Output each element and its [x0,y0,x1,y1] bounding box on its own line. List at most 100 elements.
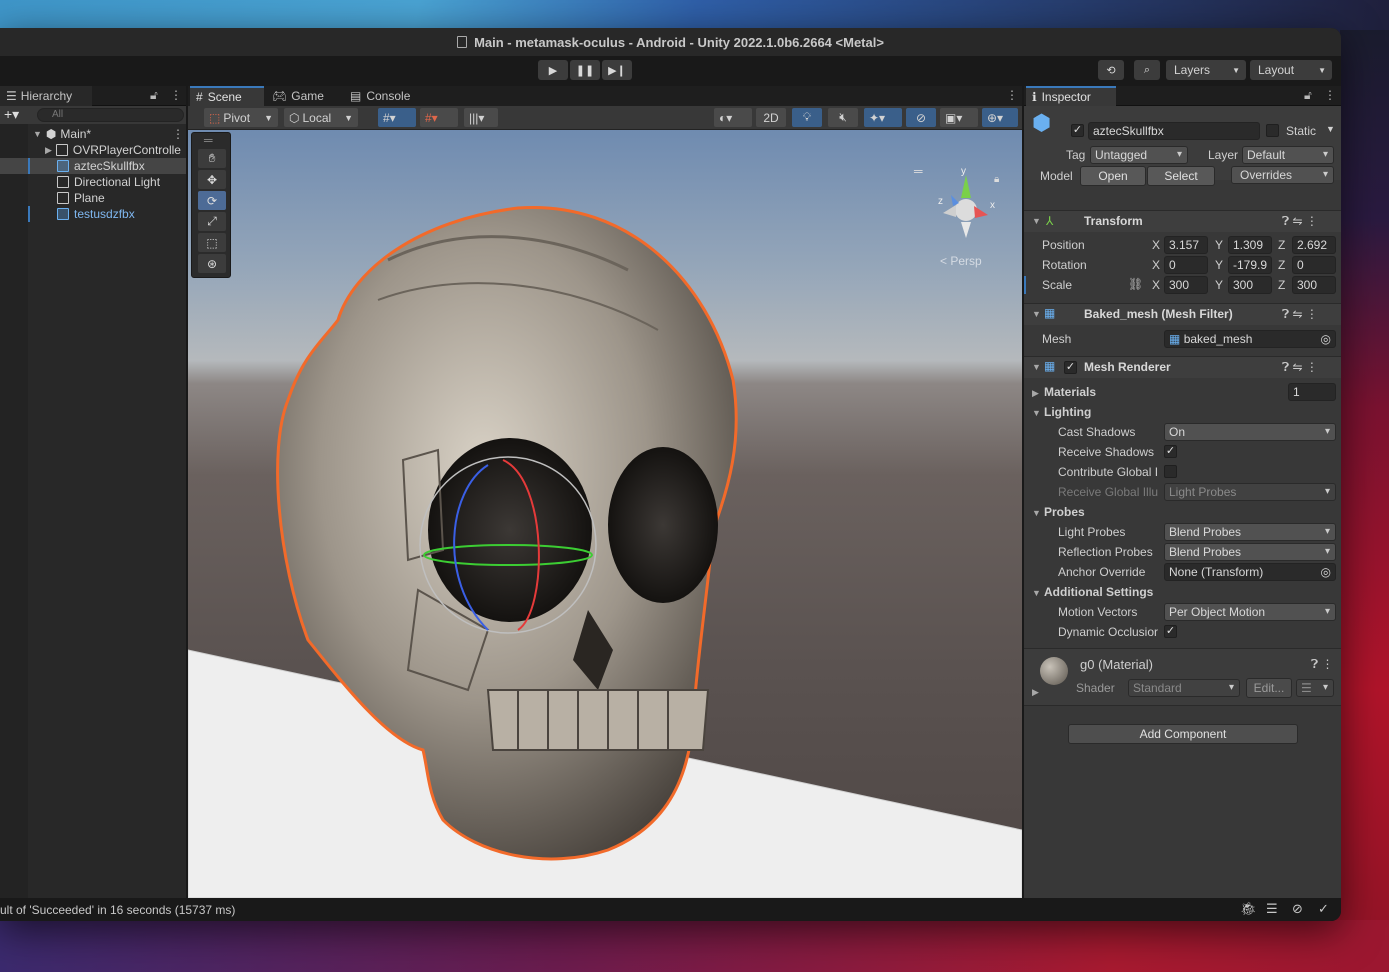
draw-mode-button[interactable]: ◐▾ [714,108,752,127]
light-probes-dropdown[interactable]: Blend Probes [1164,523,1336,541]
overrides-dropdown[interactable]: Overrides [1231,166,1334,184]
component-header-icons[interactable]: ❓︎ ⇋ ⋮ [1282,307,1318,322]
scale-z-field[interactable]: 300 [1292,276,1336,294]
object-picker-icon[interactable]: ◎ [1321,564,1331,580]
rect-tool[interactable]: ⬚ [198,233,226,252]
grid-snap-button[interactable]: #▾ [378,108,416,127]
transform-tool[interactable]: ⊛ [198,254,226,273]
hand-tool[interactable]: ✋︎ [198,149,226,168]
materials-label[interactable]: Materials [1044,385,1096,399]
lighting-label[interactable]: Lighting [1044,405,1091,419]
list-item[interactable]: aztecSkullfbx [0,158,186,174]
fold-right-icon[interactable]: ▶ [45,145,52,156]
component-header-icons[interactable]: ❓︎ ⋮ [1311,657,1334,672]
2d-toggle[interactable]: 2D [756,108,786,127]
more-menu-icon[interactable]: ⋮ [1006,88,1018,102]
tab-inspector[interactable]: ℹ Inspector [1026,86,1116,106]
check-circle-icon[interactable]: ✓ [1318,901,1329,917]
shader-options-dropdown[interactable]: ☰ [1296,679,1334,697]
position-z-field[interactable]: 2.692 [1292,236,1336,254]
position-y-field[interactable]: 1.309 [1228,236,1272,254]
fold-down-icon[interactable]: ▼ [1032,408,1041,418]
dynamic-occlusion-checkbox[interactable]: ✓ [1164,625,1177,638]
lock-icon[interactable]: 🔓︎ [1304,88,1312,103]
edit-shader-button[interactable]: Edit... [1246,678,1292,698]
camera-button[interactable]: ▣▾ [940,108,978,127]
rotation-x-field[interactable]: 0 [1164,256,1208,274]
layers-dropdown[interactable]: Layers ▼ [1166,60,1246,80]
scene-viewport[interactable]: y x z 🔒︎ ═ < Persp ═ ✋︎ ✥ ⟳ ⤢ ⬚ ⊛ [188,130,1022,898]
list-item[interactable]: Plane [0,190,186,206]
transform-header[interactable]: ▼ ⅄ Transform ❓︎ ⇋ ⋮ [1024,210,1341,232]
component-header-icons[interactable]: ❓︎ ⇋ ⋮ [1282,360,1318,375]
motion-vectors-dropdown[interactable]: Per Object Motion [1164,603,1336,621]
scale-y-field[interactable]: 300 [1228,276,1272,294]
mesh-filter-header[interactable]: ▼ ▦ Baked_mesh (Mesh Filter) ❓︎ ⇋ ⋮ [1024,303,1341,325]
rotate-tool[interactable]: ⟳ [198,191,226,210]
tag-dropdown[interactable]: Untagged [1090,146,1188,164]
mesh-renderer-header[interactable]: ▼ ▦ ✓ Mesh Renderer ❓︎ ⇋ ⋮ [1024,356,1341,378]
more-menu-icon[interactable]: ⋮ [1324,88,1336,102]
lock-icon[interactable]: 🔒︎ [994,174,999,185]
fold-down-icon[interactable]: ▼ [33,129,42,139]
rotation-z-field[interactable]: 0 [1292,256,1336,274]
history-button[interactable]: ⟲ [1098,60,1124,80]
gizmos-button[interactable]: ⊕▾ [982,108,1018,127]
fold-down-icon[interactable]: ▼ [1032,309,1041,319]
more-menu-icon[interactable]: ⋮ [170,88,182,102]
object-name-field[interactable]: aztecSkullfbx [1088,122,1260,140]
pivot-dropdown[interactable]: ⬚ Pivot ▼ [204,108,278,127]
tab-scene[interactable]: # Scene [190,86,264,106]
contribute-gi-checkbox[interactable] [1164,465,1177,478]
layout-dropdown[interactable]: Layout ▼ [1250,60,1332,80]
add-icon[interactable]: +▾ [4,106,19,123]
static-checkbox[interactable] [1266,124,1279,137]
tab-hierarchy[interactable]: ☰ Hierarchy [0,86,92,106]
rotation-y-field[interactable]: -179.9 [1228,256,1272,274]
ruler-button[interactable]: |||▾ [464,108,498,127]
anchor-override-field[interactable]: None (Transform) ◎ [1164,563,1336,581]
object-picker-icon[interactable]: ◎ [1321,331,1331,347]
probes-label[interactable]: Probes [1044,505,1085,519]
position-x-field[interactable]: 3.157 [1164,236,1208,254]
drag-handle-icon[interactable]: ═ [204,133,213,147]
layer-dropdown[interactable]: Default [1242,146,1334,164]
open-button[interactable]: Open [1080,166,1146,186]
play-button[interactable]: ▶ [538,60,568,80]
drag-handle-icon[interactable]: ═ [914,164,923,178]
chevron-down-icon[interactable]: ▼ [1326,124,1335,134]
bug-icon[interactable]: 🐞︎ [1240,901,1257,917]
increment-snap-button[interactable]: #▾ [420,108,458,127]
select-button[interactable]: Select [1147,166,1215,186]
lighting-toggle[interactable]: 💡︎ [792,108,822,127]
list-item[interactable]: ▶ OVRPlayerControlle [0,142,186,158]
fold-down-icon[interactable]: ▼ [1032,362,1041,372]
component-header-icons[interactable]: ❓︎ ⇋ ⋮ [1282,214,1318,229]
add-component-button[interactable]: Add Component [1068,724,1298,744]
local-dropdown[interactable]: ⬡ Local ▼ [284,108,358,127]
link-icon[interactable]: ⛓︎ [1128,277,1143,291]
receive-shadows-checkbox[interactable]: ✓ [1164,445,1177,458]
visibility-toggle[interactable]: ⊘ [906,108,936,127]
step-button[interactable]: ▶❙ [602,60,632,80]
audio-toggle[interactable]: 🔇︎ [828,108,858,127]
move-tool[interactable]: ✥ [198,170,226,189]
mesh-field[interactable]: ▦ baked_mesh ◎ [1164,330,1336,348]
layers-stack-icon[interactable]: ☰ [1266,901,1278,917]
lock-icon[interactable]: 🔓︎ [150,88,158,103]
additional-settings-label[interactable]: Additional Settings [1044,585,1153,599]
fold-right-icon[interactable]: ▶ [1032,687,1039,698]
reflection-probes-dropdown[interactable]: Blend Probes [1164,543,1336,561]
status-message[interactable]: ult of 'Succeeded' in 16 seconds (15737 … [0,903,235,917]
fold-down-icon[interactable]: ▼ [1032,508,1041,518]
fold-down-icon[interactable]: ▼ [1032,588,1041,598]
materials-count-field[interactable]: 1 [1288,383,1336,401]
more-menu-icon[interactable]: ⋮ [172,127,184,141]
fold-right-icon[interactable]: ▶ [1032,388,1039,399]
pause-button[interactable]: ❚❚ [570,60,600,80]
tab-game[interactable]: 🎮︎ Game [266,86,340,106]
debug-off-icon[interactable]: ⊘ [1292,901,1303,917]
effects-toggle[interactable]: ✦▾ [864,108,902,127]
active-checkbox[interactable]: ✓ [1071,124,1084,137]
tab-console[interactable]: ▤ Console [344,86,424,106]
